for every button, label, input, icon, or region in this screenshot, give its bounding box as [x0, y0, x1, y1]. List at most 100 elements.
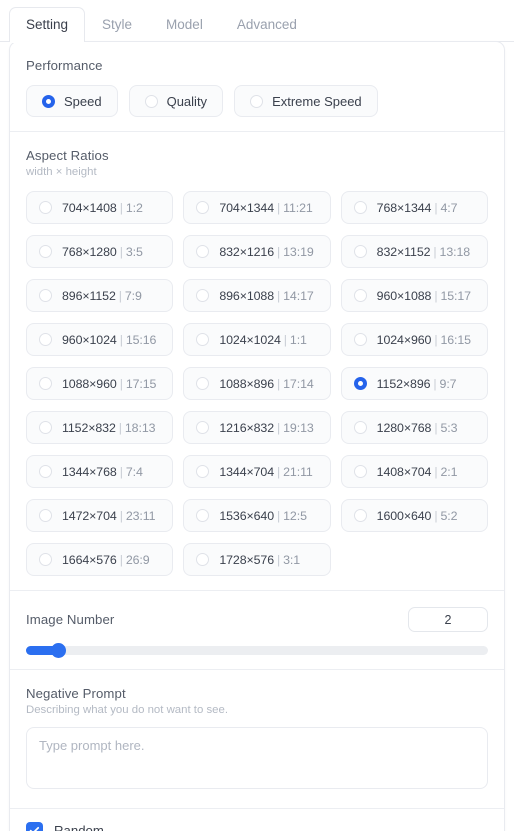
settings-panel: Setting Style Model Advanced Performance Sp…: [0, 0, 514, 831]
tab-advanced[interactable]: Advanced: [220, 7, 314, 43]
check-icon[interactable]: [26, 822, 43, 831]
aspect-ratio-option[interactable]: 1600×640 | 5:2: [340, 499, 488, 532]
aspect-ratio-option[interactable]: 1472×704 | 23:11: [26, 499, 174, 532]
aspect-ratio-size: 1344×768: [62, 464, 117, 479]
aspect-ratio-value: 13:19: [283, 244, 314, 259]
aspect-ratio-option[interactable]: 960×1088 | 15:17: [340, 279, 488, 312]
performance-option-quality[interactable]: Quality: [128, 85, 224, 117]
radio-icon: [144, 94, 158, 108]
aspect-ratio-size: 704×1344: [219, 200, 275, 215]
aspect-ratio-separator: |: [434, 332, 438, 347]
aspect-ratio-label: 1216×832 | 19:13: [219, 421, 313, 435]
negative-prompt-label: Negative Prompt: [26, 686, 126, 701]
aspect-ratio-separator: |: [119, 332, 123, 347]
radio-icon: [196, 377, 210, 390]
aspect-ratio-label: 1728×576 | 3:1: [219, 553, 300, 567]
aspect-ratio-option[interactable]: 896×1088 | 14:17: [183, 279, 331, 312]
aspect-ratio-option[interactable]: 1152×896 | 9:7: [340, 367, 488, 400]
aspect-ratio-grid: 704×1408 | 1:2 704×1344 | 11:21 768×1344 | 4:7 76…: [26, 191, 488, 576]
radio-icon: [39, 333, 52, 346]
aspect-ratio-label: 960×1024 | 15:16: [62, 333, 156, 347]
aspect-ratio-size: 1088×960: [62, 376, 117, 391]
aspect-ratio-option[interactable]: 1152×832 | 18:13: [26, 411, 174, 444]
aspect-ratio-option[interactable]: 1344×704 | 21:11: [183, 455, 331, 488]
aspect-ratio-value: 26:9: [125, 552, 150, 567]
aspect-ratio-size: 1024×960: [376, 332, 432, 347]
radio-icon: [196, 553, 210, 566]
image-number-input[interactable]: 2: [408, 607, 488, 632]
tab-style[interactable]: Style: [85, 7, 149, 43]
tab-bar: Setting Style Model Advanced: [0, 0, 514, 42]
performance-options: Speed Quality Extreme Speed: [26, 85, 488, 117]
tab-model[interactable]: Model: [149, 7, 220, 43]
performance-option-label: Quality: [166, 93, 208, 109]
aspect-ratio-value: 13:18: [439, 244, 471, 259]
aspect-ratio-option[interactable]: 1088×896 | 17:14: [183, 367, 331, 400]
aspect-ratio-option[interactable]: 1536×640 | 12:5: [183, 499, 331, 532]
aspect-ratio-size: 832×1152: [376, 244, 431, 259]
aspect-ratio-option[interactable]: 704×1344 | 11:21: [183, 191, 331, 224]
aspect-ratio-value: 21:11: [283, 464, 313, 479]
aspect-ratio-option[interactable]: 704×1408 | 1:2: [26, 191, 174, 224]
aspect-ratio-option[interactable]: 1088×960 | 17:15: [26, 367, 174, 400]
radio-icon: [39, 509, 52, 522]
performance-option-extreme-speed[interactable]: Extreme Speed: [234, 85, 378, 117]
aspect-ratio-size: 1536×640: [219, 508, 275, 523]
image-number-slider[interactable]: [26, 643, 488, 658]
aspect-ratio-option[interactable]: 768×1344 | 4:7: [340, 191, 488, 224]
aspect-ratio-separator: |: [277, 508, 281, 523]
aspect-ratio-value: 2:1: [440, 464, 458, 479]
aspect-ratio-option[interactable]: 896×1152 | 7:9: [26, 279, 174, 312]
aspect-ratio-size: 1024×1024: [219, 332, 281, 347]
aspect-ratio-option[interactable]: 1344×768 | 7:4: [26, 455, 174, 488]
performance-option-speed[interactable]: Speed: [26, 85, 118, 117]
performance-title: Performance: [26, 58, 103, 73]
aspect-ratios-section: Aspect Ratios width × height 704×1408 | 1:…: [10, 132, 504, 590]
random-label: Random: [54, 823, 104, 831]
radio-icon: [353, 465, 367, 478]
aspect-ratio-size: 1152×832: [62, 420, 116, 435]
aspect-ratio-separator: |: [283, 332, 287, 347]
aspect-ratio-option[interactable]: 1664×576 | 26:9: [26, 543, 174, 576]
slider-thumb[interactable]: [50, 643, 66, 658]
aspect-ratio-separator: |: [118, 288, 122, 303]
aspect-ratio-label: 960×1088 | 15:17: [377, 289, 471, 303]
aspect-ratio-option[interactable]: 1728×576 | 3:1: [183, 543, 331, 576]
aspect-ratio-option[interactable]: 1408×704 | 2:1: [340, 455, 488, 488]
aspect-ratio-size: 1088×896: [219, 376, 275, 391]
radio-icon: [196, 465, 210, 478]
aspect-ratio-separator: |: [433, 376, 437, 391]
aspect-ratio-value: 3:5: [125, 244, 143, 259]
performance-option-label: Speed: [64, 93, 102, 109]
aspect-ratio-size: 1728×576: [219, 552, 275, 567]
aspect-ratio-option[interactable]: 1216×832 | 19:13: [183, 411, 331, 444]
aspect-ratio-option[interactable]: 832×1216 | 13:19: [183, 235, 331, 268]
aspect-ratio-option[interactable]: 960×1024 | 15:16: [26, 323, 174, 356]
radio-icon: [196, 245, 210, 258]
aspect-ratio-option[interactable]: 1024×960 | 16:15: [340, 323, 488, 356]
aspect-ratio-separator: |: [277, 200, 281, 215]
aspect-ratio-option[interactable]: 832×1152 | 13:18: [340, 235, 488, 268]
aspect-ratio-value: 12:5: [283, 508, 307, 523]
aspect-ratio-option[interactable]: 1024×1024 | 1:1: [183, 323, 331, 356]
radio-icon: [196, 421, 210, 434]
radio-icon: [353, 245, 367, 258]
tab-setting[interactable]: Setting: [9, 6, 86, 42]
aspect-ratio-separator: |: [434, 464, 438, 479]
aspect-ratio-label: 1152×896 | 9:7: [377, 377, 457, 391]
aspect-ratio-separator: |: [119, 200, 123, 215]
aspect-ratio-label: 1664×576 | 26:9: [62, 553, 150, 567]
negative-prompt-input[interactable]: [26, 727, 488, 789]
aspect-ratio-value: 4:7: [440, 200, 458, 215]
aspect-ratio-label: 1536×640 | 12:5: [219, 509, 307, 523]
aspect-ratio-option[interactable]: 768×1280 | 3:5: [26, 235, 174, 268]
aspect-ratio-label: 1152×832 | 18:13: [62, 420, 156, 435]
random-seed-toggle[interactable]: Random: [10, 809, 504, 831]
aspect-ratio-separator: |: [119, 508, 123, 523]
aspect-ratio-value: 3:1: [283, 552, 301, 567]
aspect-ratio-value: 7:9: [124, 288, 142, 303]
aspect-ratio-option[interactable]: 1280×768 | 5:3: [340, 411, 488, 444]
aspect-ratio-label: 1600×640 | 5:2: [377, 509, 458, 523]
aspect-ratio-separator: |: [434, 420, 438, 435]
aspect-ratio-value: 1:2: [125, 200, 143, 215]
